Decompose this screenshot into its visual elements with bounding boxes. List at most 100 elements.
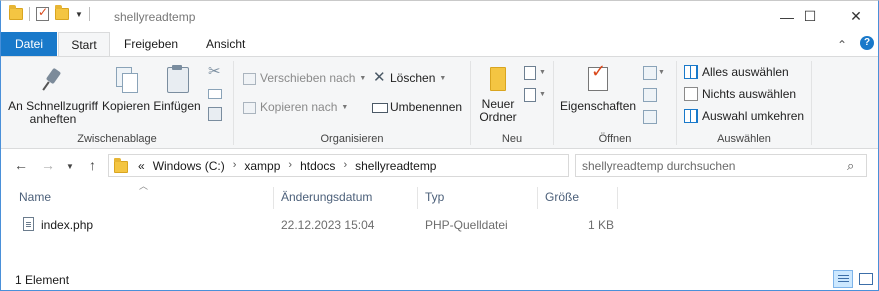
- group-label-auswaehlen: Auswählen: [717, 133, 771, 145]
- chevron-down-icon[interactable]: ▼: [539, 69, 546, 76]
- column-header-size[interactable]: Größe: [545, 190, 579, 204]
- new-folder-button[interactable]: Neuer Ordner: [475, 65, 521, 124]
- paste-button[interactable]: Einfügen: [151, 65, 203, 113]
- address-bar[interactable]: « Windows (C:) › xampp › htdocs › shelly…: [108, 154, 670, 178]
- rename-icon: [372, 100, 388, 114]
- group-zwischenablage: An Schnellzugriff anheften Kopieren Einf…: [1, 57, 233, 149]
- column-divider[interactable]: [417, 187, 418, 209]
- chevron-down-icon[interactable]: ▼: [539, 91, 546, 98]
- toolbar-divider: [29, 7, 30, 21]
- customize-toolbar-icon[interactable]: ▼: [75, 10, 83, 19]
- breadcrumb-xampp[interactable]: xampp: [240, 159, 284, 173]
- back-arrow-icon[interactable]: ←: [14, 157, 28, 173]
- copy-label: Kopieren: [101, 99, 151, 113]
- new-item-icon[interactable]: [523, 65, 537, 80]
- select-none-button[interactable]: Nichts auswählen: [684, 87, 796, 101]
- move-to-label: Verschieben nach: [260, 71, 356, 85]
- tab-ansicht[interactable]: Ansicht: [194, 32, 257, 56]
- toolbar-divider: [88, 7, 90, 21]
- open-icon[interactable]: [642, 65, 657, 80]
- breadcrumb-overflow[interactable]: «: [134, 159, 149, 173]
- properties-icon[interactable]: [36, 5, 49, 21]
- column-divider[interactable]: [537, 187, 538, 209]
- file-name[interactable]: index.php: [41, 218, 93, 232]
- move-to-icon: [242, 71, 256, 85]
- select-all-button[interactable]: Alles auswählen: [684, 65, 789, 79]
- group-neu: Neuer Ordner ▼ ▼ Neu: [471, 57, 553, 149]
- history-icon[interactable]: [642, 109, 657, 124]
- new-folder-icon[interactable]: [55, 5, 69, 20]
- copy-path-icon[interactable]: [208, 89, 222, 99]
- copy-to-icon: [242, 100, 256, 114]
- chevron-down-icon: ▼: [359, 74, 367, 82]
- column-header-modified[interactable]: Änderungsdatum: [281, 190, 372, 204]
- copy-icon: [114, 65, 138, 93]
- group-divider: [811, 61, 812, 145]
- paste-shortcut-icon[interactable]: [208, 107, 222, 121]
- search-icon[interactable]: ⌕: [847, 158, 854, 174]
- ribbon: An Schnellzugriff anheften Kopieren Einf…: [1, 56, 878, 149]
- cut-icon[interactable]: [208, 62, 222, 80]
- breadcrumb-drive[interactable]: Windows (C:): [149, 159, 229, 173]
- folder-icon: [9, 5, 23, 20]
- column-header-type[interactable]: Typ: [425, 190, 444, 204]
- select-none-icon: [684, 87, 698, 101]
- tab-freigeben[interactable]: Freigeben: [112, 32, 190, 56]
- help-icon[interactable]: ?: [860, 36, 874, 50]
- column-header-name[interactable]: Name: [19, 190, 51, 204]
- window-title: shellyreadtemp: [114, 10, 196, 24]
- search-box[interactable]: ⌕: [575, 154, 867, 177]
- group-oeffnen: Eigenschaften ▼ Öffnen: [554, 57, 676, 149]
- copy-button[interactable]: Kopieren: [101, 65, 151, 113]
- properties-button[interactable]: Eigenschaften: [560, 65, 636, 113]
- tab-start[interactable]: Start: [58, 32, 110, 56]
- sort-up-icon: ︿: [139, 181, 149, 191]
- copy-to-button[interactable]: Kopieren nach ▼: [242, 100, 348, 114]
- new-folder-line2: Ordner: [479, 110, 517, 124]
- column-divider[interactable]: [273, 187, 274, 209]
- php-file-icon: [23, 217, 34, 231]
- breadcrumb-chevron-icon[interactable]: ›: [339, 159, 351, 173]
- move-to-button[interactable]: Verschieben nach ▼: [242, 71, 366, 85]
- invert-selection-button[interactable]: Auswahl umkehren: [684, 109, 804, 123]
- search-input[interactable]: [576, 155, 836, 176]
- maximize-button[interactable]: ☐: [787, 1, 833, 32]
- chevron-down-icon: ▼: [439, 74, 447, 82]
- select-all-label: Alles auswählen: [702, 65, 789, 79]
- up-arrow-icon[interactable]: ↑: [89, 157, 96, 173]
- file-type: PHP-Quelldatei: [425, 218, 508, 232]
- navigation-bar: ← → ▼ ↑ « Windows (C:) › xampp › htdocs …: [1, 149, 878, 183]
- breadcrumb: « Windows (C:) › xampp › htdocs › shelly…: [134, 159, 440, 173]
- file-row[interactable]: index.php 22.12.2023 15:04 PHP-Quelldate…: [1, 215, 878, 235]
- chevron-down-icon[interactable]: ▼: [658, 69, 665, 76]
- properties-icon: [585, 65, 611, 93]
- file-list: ︿ Name Änderungsdatum Typ Größe index.ph…: [1, 181, 878, 267]
- breadcrumb-chevron-icon[interactable]: ›: [284, 159, 296, 173]
- group-organisieren: Verschieben nach ▼ Kopieren nach ▼ Lösch…: [234, 57, 470, 149]
- forward-arrow-icon[interactable]: →: [41, 157, 55, 173]
- select-none-label: Nichts auswählen: [702, 87, 797, 101]
- breadcrumb-chevron-icon[interactable]: ›: [229, 159, 241, 173]
- minimize-ribbon-icon[interactable]: ⌃: [837, 38, 847, 52]
- column-divider[interactable]: [617, 187, 618, 209]
- status-bar: 1 Element: [1, 267, 878, 290]
- close-button[interactable]: ✕: [833, 1, 878, 32]
- rename-button[interactable]: Umbenennen: [372, 100, 462, 114]
- details-view-icon[interactable]: [833, 270, 853, 288]
- select-all-icon: [684, 65, 698, 79]
- easy-access-icon[interactable]: [523, 87, 537, 102]
- large-icons-view-icon[interactable]: [855, 270, 875, 288]
- new-folder-icon: [485, 65, 511, 91]
- breadcrumb-htdocs[interactable]: htdocs: [296, 159, 339, 173]
- tab-datei[interactable]: Datei: [1, 32, 57, 56]
- breadcrumb-shellyreadtemp[interactable]: shellyreadtemp: [351, 159, 440, 173]
- copy-to-label: Kopieren nach: [260, 100, 338, 114]
- properties-label: Eigenschaften: [560, 99, 637, 113]
- title-bar: ▼ shellyreadtemp — ☐ ✕: [1, 1, 878, 32]
- delete-button[interactable]: Löschen ▼: [372, 68, 447, 86]
- paste-label: Einfügen: [153, 99, 201, 113]
- pin-quick-access-button[interactable]: An Schnellzugriff anheften: [5, 67, 101, 126]
- pin-label-line2: anheften: [29, 112, 77, 126]
- recent-locations-icon[interactable]: ▼: [66, 162, 74, 171]
- edit-icon[interactable]: [642, 87, 657, 102]
